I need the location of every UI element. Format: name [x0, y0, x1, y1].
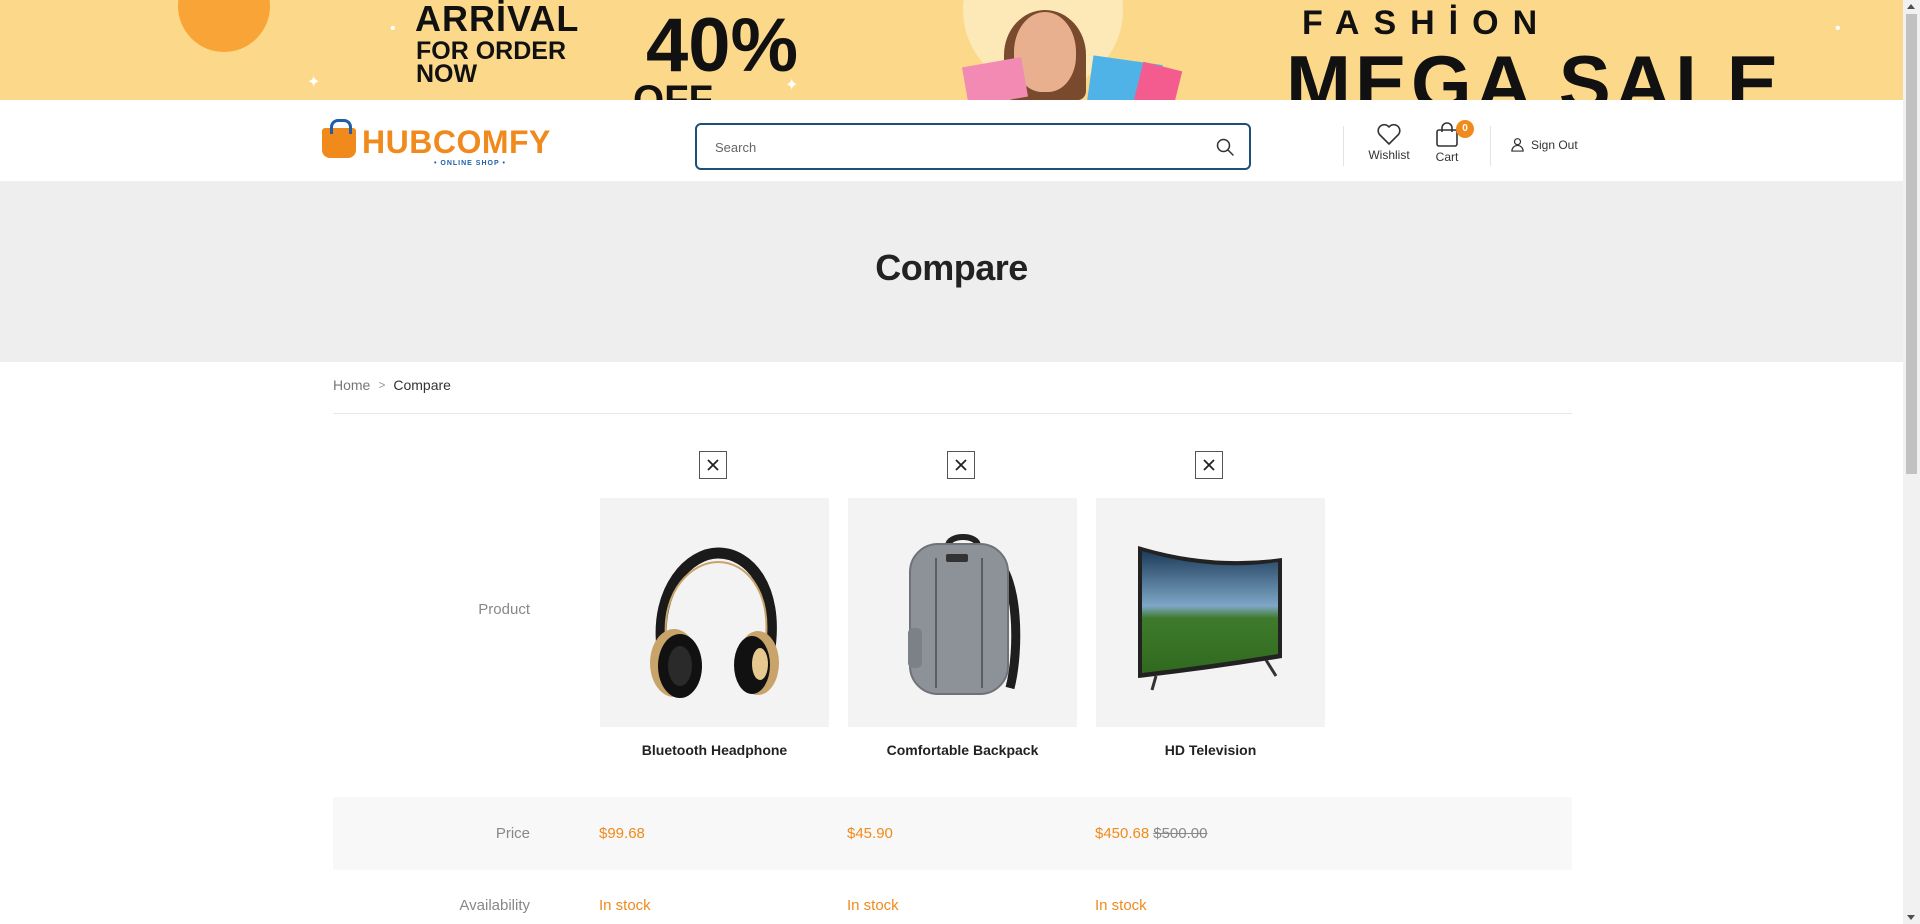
scrollbar-thumb[interactable]	[1906, 14, 1917, 474]
backpack-image	[908, 534, 1021, 695]
vertical-scrollbar[interactable]	[1903, 0, 1920, 924]
breadcrumb-home-link[interactable]: Home	[333, 377, 370, 393]
current-price: $45.90	[847, 825, 893, 842]
search-input[interactable]	[715, 137, 1195, 157]
scroll-up-arrow-icon[interactable]	[1907, 4, 1915, 9]
promo-banner[interactable]: ✦ • ✦ • ARRİVAL FOR ORDER NOW 40% OFF FA…	[0, 0, 1903, 100]
banner-arrival-text: ARRİVAL	[415, 0, 580, 39]
availability-status: In stock	[1095, 897, 1147, 914]
close-icon	[955, 459, 967, 471]
logo-bag-icon	[322, 119, 356, 158]
search-box[interactable]	[695, 123, 1251, 170]
original-price: $500.00	[1153, 825, 1208, 842]
current-price: $99.68	[599, 825, 645, 842]
product-name-link[interactable]: Comfortable Backpack	[848, 742, 1077, 758]
availability-status: In stock	[599, 897, 651, 914]
chevron-right-icon: >	[378, 378, 386, 392]
banner-off-text: OFF	[633, 78, 713, 100]
cart-link[interactable]: Cart 0	[1432, 120, 1474, 164]
divider	[333, 413, 1572, 414]
current-price: $450.68	[1095, 825, 1150, 842]
remove-product-button[interactable]	[699, 451, 727, 479]
remove-product-button[interactable]	[1195, 451, 1223, 479]
row-label-price: Price	[495, 825, 530, 842]
product-image-link[interactable]	[1096, 498, 1325, 727]
logo-text: HUBCOMFY	[362, 124, 551, 160]
product-image-link[interactable]	[848, 498, 1077, 727]
site-header: HUBCOMFY • ONLINE SHOP • Wishlist Cart 0	[0, 100, 1903, 181]
breadcrumb-current: Compare	[393, 377, 451, 393]
heart-icon	[1377, 123, 1401, 145]
sparkle-icon: •	[1835, 20, 1841, 37]
search-icon[interactable]	[1215, 137, 1235, 157]
cart-label: Cart	[1435, 150, 1459, 164]
product-price: $45.90	[847, 825, 893, 842]
remove-product-button[interactable]	[947, 451, 975, 479]
wishlist-link[interactable]: Wishlist	[1368, 122, 1410, 162]
page-title-band: Compare	[0, 181, 1903, 362]
product-price: $450.68 $500.00	[1095, 825, 1207, 842]
product-price: $99.68	[599, 825, 645, 842]
header-divider	[1343, 126, 1344, 166]
signout-link[interactable]: Sign Out	[1510, 137, 1578, 152]
television-image	[1138, 546, 1282, 691]
close-icon	[1203, 459, 1215, 471]
availability-status: In stock	[847, 897, 899, 914]
banner-decor-circle	[178, 0, 270, 52]
cart-count-badge: 0	[1456, 120, 1474, 138]
shopping-bag-image	[1133, 61, 1183, 100]
site-logo[interactable]: HUBCOMFY • ONLINE SHOP •	[322, 119, 572, 168]
close-icon	[707, 459, 719, 471]
signout-label: Sign Out	[1531, 137, 1578, 152]
sparkle-icon: ✦	[307, 74, 321, 91]
breadcrumb: Home > Compare	[333, 377, 451, 393]
header-divider	[1490, 126, 1491, 166]
shopping-bag-image	[961, 57, 1029, 100]
banner-mega-sale-text: MEGA SALE	[1286, 39, 1783, 100]
sparkle-icon: •	[390, 20, 396, 37]
headphone-image	[650, 547, 779, 698]
banner-percent-text: 40%	[646, 3, 799, 88]
row-label-availability: Availability	[459, 897, 530, 914]
product-name-link[interactable]: Bluetooth Headphone	[600, 742, 829, 758]
product-image-link[interactable]	[600, 498, 829, 727]
page-title: Compare	[875, 247, 1028, 288]
row-label-product: Product	[478, 601, 530, 618]
banner-order-text: FOR ORDER NOW	[416, 37, 566, 88]
logo-tagline: • ONLINE SHOP •	[434, 160, 506, 167]
page: ✦ • ✦ • ARRİVAL FOR ORDER NOW 40% OFF FA…	[0, 0, 1903, 924]
product-name-link[interactable]: HD Television	[1096, 742, 1325, 758]
user-icon	[1511, 138, 1524, 152]
scroll-down-arrow-icon[interactable]	[1907, 915, 1915, 920]
wishlist-label: Wishlist	[1368, 148, 1410, 162]
